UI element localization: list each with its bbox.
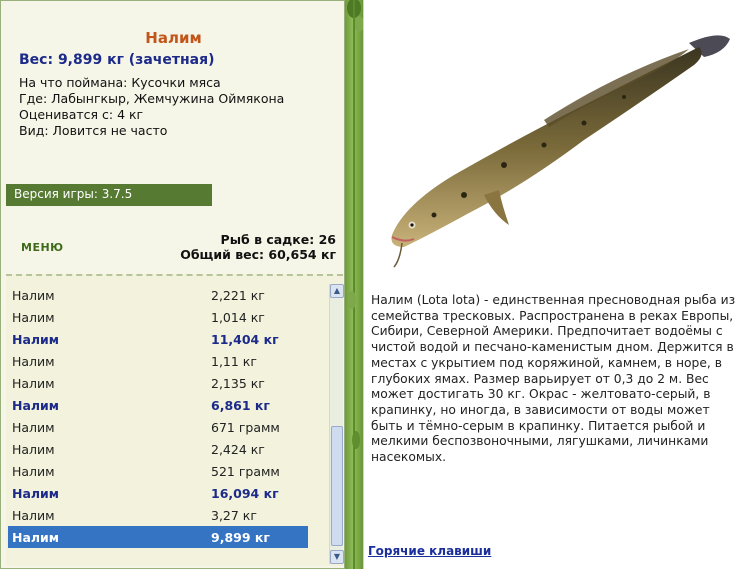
catch-fish-weight: 11,404 кг [211,332,279,347]
catch-fish-weight: 3,27 кг [211,508,257,523]
triangle-up-icon: ▲ [333,286,341,295]
fish-title: Налим [145,29,202,47]
burbot-fish-image [391,35,730,268]
catch-fish-weight: 16,094 кг [211,486,279,501]
catch-list-row[interactable]: Налим 2,424 кг [8,438,308,460]
catch-list-row[interactable]: Налим 16,094 кг [8,482,308,504]
catch-fish-name: Налим [12,442,55,457]
catch-fish-weight: 1,014 кг [211,310,265,325]
triangle-down-icon: ▼ [333,552,341,561]
catch-fish-name: Налим [12,288,55,303]
catch-fish-weight: 2,424 кг [211,442,265,457]
tank-stats: Рыб в садке: 26 Общий вес: 60,654 кг [180,232,336,262]
scrollbar[interactable]: ▲ ▼ [329,284,344,564]
menu-button[interactable]: МЕНЮ [21,241,64,254]
fish-description: Налим (Lota lota) - единственная преснов… [371,293,736,465]
catch-fish-name: Налим [12,486,60,501]
catch-fish-weight: 521 грамм [211,464,280,479]
catch-list-row[interactable]: Налим 6,861 кг [8,394,308,416]
catch-fish-name: Налим [12,530,60,545]
catch-list-row[interactable]: Налим 9,899 кг [8,526,308,548]
catch-fish-name: Налим [12,464,55,479]
scroll-up-button[interactable]: ▲ [330,284,344,298]
valuation-info: Оцениватся с: 4 кг [19,107,144,122]
catch-fish-weight: 671 грамм [211,420,280,435]
tank-total-weight: Общий вес: 60,654 кг [180,247,336,262]
frequency-info: Вид: Ловится не часто [19,123,168,138]
catch-fish-name: Налим [12,354,55,369]
catch-fish-weight: 2,135 кг [211,376,265,391]
scroll-thumb[interactable] [331,426,343,546]
version-bar: Версия игры: 3.7.5 [6,184,212,206]
catch-fish-weight: 9,899 кг [211,530,270,545]
catch-list-row[interactable]: Налим 2,221 кг [8,284,308,306]
catch-fish-name: Налим [12,420,55,435]
hotkeys-link[interactable]: Горячие клавиши [368,544,491,558]
bait-info: На что поймана: Кусочки мяса [19,75,221,90]
location-info: Где: Лабынгкыр, Жемчужина Оймякона [19,91,285,106]
catch-list-row[interactable]: Налим 671 грамм [8,416,308,438]
scroll-down-button[interactable]: ▼ [330,550,344,564]
catch-fish-name: Налим [12,398,60,413]
catch-fish-name: Налим [12,376,55,391]
catch-list-row[interactable]: Налим 2,135 кг [8,372,308,394]
catch-fish-name: Налим [12,332,60,347]
catch-fish-weight: 6,861 кг [211,398,270,413]
catch-list-row[interactable]: Налим 11,404 кг [8,328,308,350]
catch-list-row[interactable]: Налим 1,014 кг [8,306,308,328]
catch-list-row[interactable]: Налим 1,11 кг [8,350,308,372]
tank-count: Рыб в садке: 26 [220,232,336,247]
catch-fish-name: Налим [12,310,55,325]
fish-detail-panel: Налим (Lota lota) - единственная преснов… [363,0,746,569]
catch-fish-weight: 2,221 кг [211,288,265,303]
catch-fish-name: Налим [12,508,55,523]
catch-fish-weight: 1,11 кг [211,354,257,369]
catch-list: Налим 2,221 кг Налим 1,014 кг Налим 11,404 кг… [6,274,344,566]
catch-list-row[interactable]: Налим 521 грамм [8,460,308,482]
vine-divider [345,0,364,569]
vine-decoration [347,0,364,569]
fish-info-panel: Налим Вес: 9,899 кг (зачетная) На что по… [0,0,345,569]
catch-list-row[interactable]: Налим 3,27 кг [8,504,308,526]
fish-weight: Вес: 9,899 кг (зачетная) [19,52,215,68]
